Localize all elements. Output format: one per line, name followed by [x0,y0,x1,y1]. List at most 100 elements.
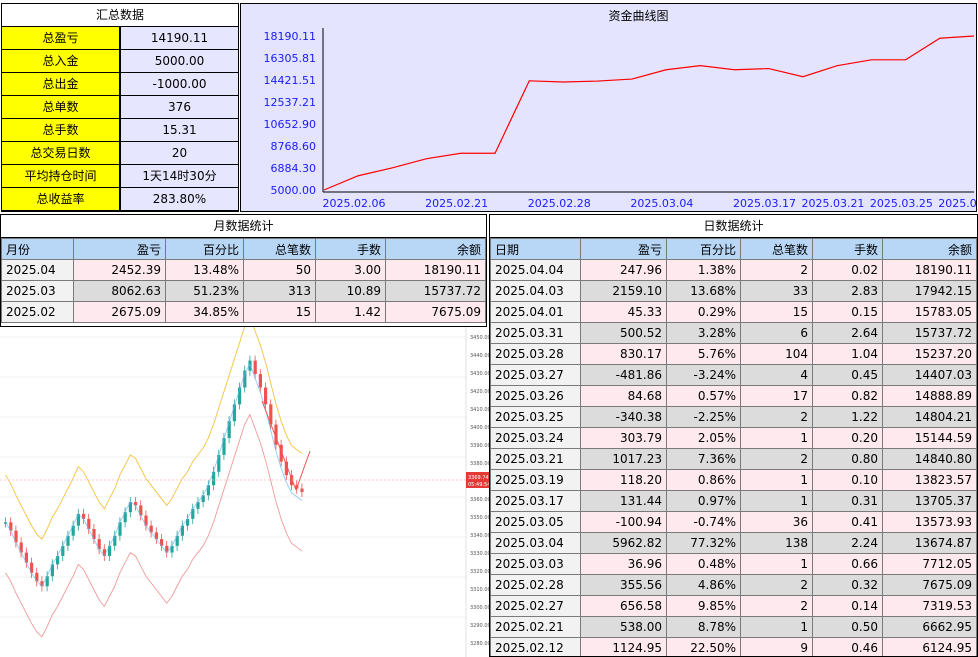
daily-col-header[interactable]: 百分比 [666,238,741,260]
daily-cell: 2025.03.25 [490,406,581,428]
daily-cell: 2025.03.19 [490,469,581,491]
monthly-cell: 50 [243,259,316,281]
summary-label: 总盈亏 [2,27,120,49]
daily-cell: 2025.03.04 [490,532,581,554]
monthly-col-header[interactable]: 总笔数 [243,238,316,260]
daily-cell: 1 [740,616,813,638]
daily-cell: 0.80 [812,448,883,470]
monthly-cell: 7675.09 [385,301,486,323]
monthly-table-row[interactable]: 2025.03 8062.63 51.23% 313 10.89 15737.72 [1,280,486,302]
daily-table-row[interactable]: 2025.03.21 1017.23 7.36% 2 0.80 14840.80 [490,448,977,470]
daily-table-row[interactable]: 2025.04.04 247.96 1.38% 2 0.02 18190.11 [490,259,977,281]
daily-table-row[interactable]: 2025.03.05 -100.94 -0.74% 36 0.41 13573.93 [490,511,977,533]
daily-cell: 2.05% [666,427,741,449]
monthly-cell: 13.48% [165,259,244,281]
daily-table-row[interactable]: 2025.03.25 -340.38 -2.25% 2 1.22 14804.21 [490,406,977,428]
daily-cell: 14804.21 [882,406,977,428]
equity-curve-panel: 资金曲线图 18190.11 16305.81 14421.51 12537.21 106… [240,3,977,212]
daily-cell: 0.41 [812,511,883,533]
daily-table-row[interactable]: 2025.03.28 830.17 5.76% 104 1.04 15237.20 [490,343,977,365]
daily-cell: 1.38% [666,259,741,281]
daily-cell: 0.46 [812,637,883,656]
mid-band-line [5,363,303,588]
daily-table-row[interactable]: 2025.03.17 131.44 0.97% 1 0.31 13705.37 [490,490,977,512]
daily-cell: 1 [740,469,813,491]
daily-table-row[interactable]: 2025.03.04 5962.82 77.32% 138 2.24 13674.87 [490,532,977,554]
daily-cell: 104 [740,343,813,365]
daily-cell: 0.20 [812,427,883,449]
monthly-col-header[interactable]: 余额 [385,238,486,260]
summary-value: 14190.11 [120,27,238,49]
daily-cell: 77.32% [666,532,741,554]
daily-table-row[interactable]: 2025.02.27 656.58 9.85% 2 0.14 7319.53 [490,595,977,617]
summary-row: 平均持仓时间 1天14时30分 [2,165,238,188]
daily-header-row: 日期 盈亏 百分比 总笔数 手数 余额 [490,238,977,260]
daily-cell: 2025.02.28 [490,574,581,596]
monthly-col-header[interactable]: 百分比 [165,238,244,260]
daily-col-header[interactable]: 盈亏 [580,238,667,260]
daily-cell: 0.97% [666,490,741,512]
daily-cell: 15237.20 [882,343,977,365]
summary-label: 总出金 [2,73,120,95]
y-tick-label: 18190.11 [264,30,317,43]
daily-table-row[interactable]: 2025.04.03 2159.10 13.68% 33 2.83 17942.15 [490,280,977,302]
daily-title: 日数据统计 [490,215,977,238]
daily-cell: 14840.80 [882,448,977,470]
daily-table-row[interactable]: 2025.03.26 84.68 0.57% 17 0.82 14888.89 [490,385,977,407]
daily-cell: 15783.05 [882,301,977,323]
summary-value: 5000.00 [120,50,238,72]
daily-table-row[interactable]: 2025.02.28 355.56 4.86% 2 0.32 7675.09 [490,574,977,596]
price-scale-label: 3310.00 [470,587,489,593]
daily-cell: 538.00 [580,616,667,638]
daily-col-header[interactable]: 日期 [490,238,581,260]
x-tick-label: 2025.02.21 [425,197,488,210]
daily-cell: 2025.03.24 [490,427,581,449]
daily-table-row[interactable]: 2025.02.12 1124.95 22.50% 9 0.46 6124.95 [490,637,977,656]
summary-row: 总入金 5000.00 [2,50,238,73]
daily-cell: -3.24% [666,364,741,386]
daily-cell: 13705.37 [882,490,977,512]
daily-col-header[interactable]: 总笔数 [740,238,813,260]
daily-table-row[interactable]: 2025.03.03 36.96 0.48% 1 0.66 7712.05 [490,553,977,575]
daily-cell: 22.50% [666,637,741,656]
monthly-col-header[interactable]: 盈亏 [73,238,166,260]
daily-cell: 1 [740,553,813,575]
daily-cell: 1017.23 [580,448,667,470]
daily-cell: 2 [740,595,813,617]
daily-cell: 656.58 [580,595,667,617]
monthly-cell: 15 [243,301,316,323]
daily-cell: 17942.15 [882,280,977,302]
daily-col-header[interactable]: 手数 [812,238,883,260]
daily-col-header[interactable]: 余额 [882,238,977,260]
price-candlestick-chart[interactable]: 3450.00 3440.00 3430.00 3420.00 3410.00 3400.… [0,327,489,657]
monthly-col-header[interactable]: 月份 [1,238,74,260]
daily-cell: 7712.05 [882,553,977,575]
daily-cell: 247.96 [580,259,667,281]
daily-table-row[interactable]: 2025.03.19 118.20 0.86% 1 0.10 13823.57 [490,469,977,491]
daily-cell: 17 [740,385,813,407]
x-tick-label: 2025.04.04 [938,197,976,210]
monthly-cell: 18190.11 [385,259,486,281]
summary-row: 总出金 -1000.00 [2,73,238,96]
daily-cell: 118.20 [580,469,667,491]
daily-cell: 0.66 [812,553,883,575]
monthly-table-row[interactable]: 2025.04 2452.39 13.48% 50 3.00 18190.11 [1,259,486,281]
daily-cell: 0.32 [812,574,883,596]
monthly-title: 月数据统计 [1,215,486,238]
monthly-col-header[interactable]: 手数 [315,238,386,260]
daily-table-row[interactable]: 2025.03.27 -481.86 -3.24% 4 0.45 14407.03 [490,364,977,386]
daily-cell: 13823.57 [882,469,977,491]
daily-table-row[interactable]: 2025.02.21 538.00 8.78% 1 0.50 6662.95 [490,616,977,638]
daily-table-row[interactable]: 2025.03.31 500.52 3.28% 6 2.64 15737.72 [490,322,977,344]
monthly-table-row[interactable]: 2025.02 2675.09 34.85% 15 1.42 7675.09 [1,301,486,323]
daily-cell: 2 [740,574,813,596]
daily-cell: 138 [740,532,813,554]
price-scale-label: 3300.00 [470,605,489,611]
daily-cell: -0.74% [666,511,741,533]
daily-cell: 6662.95 [882,616,977,638]
daily-cell: 36 [740,511,813,533]
y-tick-label: 6884.30 [271,162,317,175]
daily-table-row[interactable]: 2025.04.01 45.33 0.29% 15 0.15 15783.05 [490,301,977,323]
daily-table-row[interactable]: 2025.03.24 303.79 2.05% 1 0.20 15144.59 [490,427,977,449]
daily-cell: 830.17 [580,343,667,365]
